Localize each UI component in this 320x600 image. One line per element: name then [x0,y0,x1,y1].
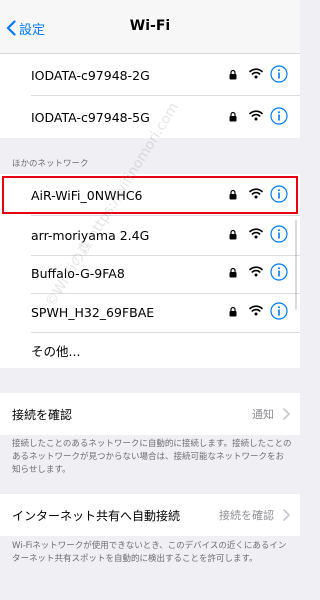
network-name: SPWH_H32_69FBAE [31,304,155,320]
other-network-row[interactable]: その他... [0,329,300,371]
auto-join-hotspot-row[interactable]: インターネット共有へ自動接続 接続を確認 [0,494,300,536]
info-icon[interactable] [270,185,288,203]
network-row[interactable]: IODATA-c97948-2G [0,54,300,96]
ask-to-join-row[interactable]: 接続を確認 通知 [0,393,300,435]
info-icon[interactable] [270,65,288,83]
auto-join-hotspot-value: 接続を確認 [219,509,274,522]
other-networks-list: AiR-WiFi_0NWHC6 arr-moriyama 2.4G Buffal… [0,174,300,368]
other-network-label: その他... [31,343,81,359]
network-row[interactable]: arr-moriyama 2.4G [0,214,300,256]
wifi-icon [249,228,263,239]
wifi-icon [249,305,263,316]
lock-icon [229,69,237,80]
network-name: IODATA-c97948-5G [31,109,150,125]
network-name: IODATA-c97948-2G [31,67,150,83]
auto-join-hotspot-footnote: Wi-Fiネットワークが使用できないとき、このデバイスの近くにあるインターネット… [12,541,287,564]
network-row[interactable]: AiR-WiFi_0NWHC6 [0,174,300,216]
info-icon[interactable] [270,302,288,320]
wifi-icon [249,68,263,79]
ask-to-join-value: 通知 [252,408,274,421]
info-icon[interactable] [270,107,288,125]
ask-to-join-label: 接続を確認 [12,407,73,422]
navigation-bar: 設定 Wi-Fi [0,0,300,54]
chevron-right-icon [283,408,290,420]
lock-icon [229,267,237,278]
scrollbar[interactable] [295,220,297,310]
auto-join-hotspot-label: インターネット共有へ自動接続 [12,508,181,523]
page-title: Wi-Fi [129,18,171,34]
lock-icon [229,111,237,122]
lock-icon [229,306,237,317]
section-header-other-networks: ほかのネットワーク [12,159,89,169]
chevron-right-icon [283,509,290,521]
ask-to-join-footnote: 接続したことのあるネットワークに自動的に接続します。接続したことのあるネットワー… [12,439,292,475]
info-icon[interactable] [270,263,288,281]
lock-icon [229,229,237,240]
network-row[interactable]: Buffalo-G-9FA8 [0,252,300,294]
wifi-icon [249,188,263,199]
lock-icon [229,189,237,200]
info-icon[interactable] [270,225,288,243]
wifi-icon [249,266,263,277]
wifi-icon [249,110,263,121]
